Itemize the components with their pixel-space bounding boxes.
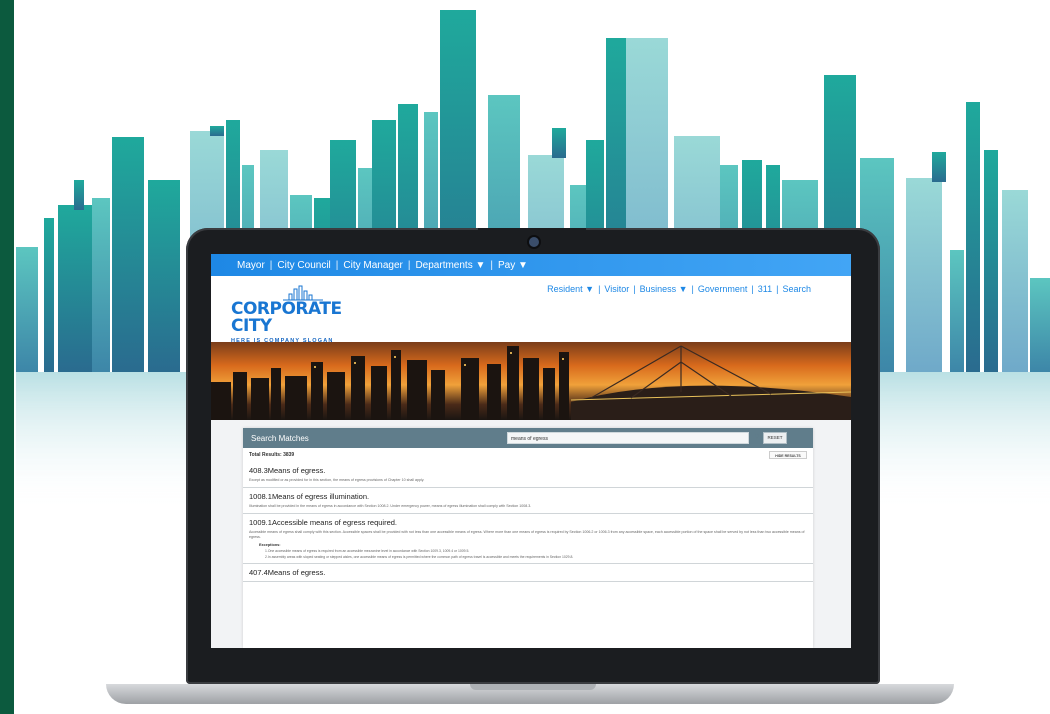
result-title[interactable]: 408.3Means of egress. [249,466,807,475]
topnav-item-mayor[interactable]: Mayor [237,260,265,271]
result-item[interactable]: 1009.1Accessible means of egress require… [243,514,813,564]
mainnav-item-visitor[interactable]: Visitor [604,284,629,294]
laptop-screen: Mayor | City Council | City Manager | De… [211,254,851,648]
mainnav-item-government[interactable]: Government [698,284,748,294]
mainnav-separator: | [776,284,779,294]
result-item[interactable]: 1008.1Means of egress illumination. Illu… [243,488,813,514]
result-item[interactable]: 408.3Means of egress. Except as modified… [243,462,813,488]
topnav-separator: | [335,259,339,271]
site-header: CORPORATE CITY HERE IS COMPANY SLOGAN Re… [211,276,851,344]
logo-title: CORPORATE CITY [231,299,342,336]
topnav-separator: | [490,259,493,271]
left-accent-bar [0,0,14,714]
result-title[interactable]: 1008.1Means of egress illumination. [249,492,807,501]
exception-item: 2.In assembly areas with sloped seating … [265,555,574,559]
city-banner-image [211,342,851,420]
mainnav-separator: | [691,284,694,294]
topnav-item-city-manager[interactable]: City Manager [343,260,402,271]
search-header: Search Matches means of egress ⚲ RESET [243,428,813,448]
top-navigation: Mayor | City Council | City Manager | De… [211,254,851,276]
hide-results-button[interactable]: HIDE RESULTS [769,451,807,459]
exception-item: 1.One accessible means of egress is requ… [265,549,470,553]
search-results-panel: Search Matches means of egress ⚲ RESET T… [243,428,813,648]
result-body: Illumination shall be provided in the me… [249,504,532,508]
topnav-separator: | [269,259,273,271]
reset-button[interactable]: RESET [763,432,787,444]
mainnav-separator: | [598,284,601,294]
mainnav-item-311[interactable]: 311 [758,284,772,294]
laptop-hinge-lip [470,684,596,690]
city-logo[interactable]: CORPORATE CITY HERE IS COMPANY SLOGAN [231,285,351,344]
total-results-row: Total Results: 3839 HIDE RESULTS [243,448,813,462]
search-heading: Search Matches [251,433,309,443]
mainnav-separator: | [633,284,636,294]
search-input[interactable]: means of egress [507,432,749,444]
result-item[interactable]: 407.4Means of egress. [243,564,813,582]
mainnav-item-resident[interactable]: Resident ▼ [547,284,594,294]
result-title[interactable]: 1009.1Accessible means of egress require… [249,518,807,527]
mainnav-item-search[interactable]: Search [782,284,811,294]
result-title[interactable]: 407.4Means of egress. [249,568,807,577]
webcam-icon [529,237,539,247]
mainnav-item-business[interactable]: Business ▼ [640,284,688,294]
skyline-logo-icon [283,285,323,301]
exceptions-label: Exceptions: [259,543,281,547]
city-night-skyline [211,345,851,420]
topnav-item-departments[interactable]: Departments ▼ [415,260,485,271]
mainnav-separator: | [751,284,754,294]
result-body: Except as modified or as provided for in… [249,478,425,482]
search-icon[interactable]: ⚲ [751,432,763,444]
topnav-item-city-council[interactable]: City Council [277,260,330,271]
topnav-item-pay[interactable]: Pay ▼ [498,260,528,271]
result-body: Accessible means of egress shall comply … [249,530,805,539]
total-results-label: Total Results: 3839 [249,452,295,458]
topnav-separator: | [407,259,411,271]
main-navigation: Resident ▼ | Visitor | Business ▼ | Gove… [547,284,811,294]
